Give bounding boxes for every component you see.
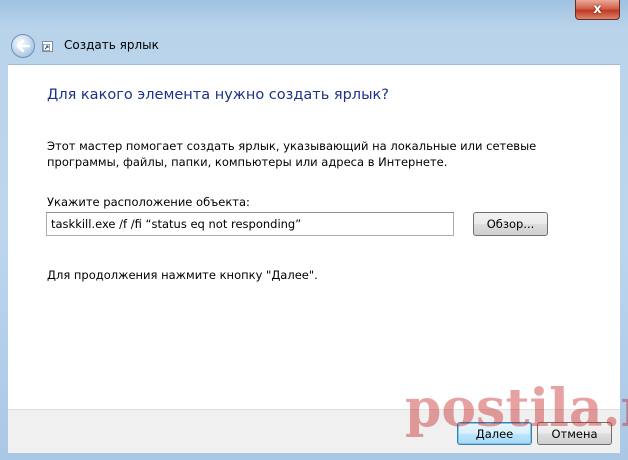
location-label: Укажите расположение объекта:	[47, 195, 250, 209]
wizard-footer: Далее Отмена	[8, 409, 620, 453]
page-heading: Для какого элемента нужно создать ярлык?	[47, 87, 389, 103]
browse-button[interactable]: Обзор...	[473, 212, 548, 236]
close-icon: x	[593, 2, 602, 17]
next-button[interactable]: Далее	[457, 422, 532, 445]
continue-hint: Для продолжения нажмите кнопку "Далее".	[47, 268, 318, 282]
window-frame: x Создать ярлык Для какого элемента нужн…	[0, 0, 628, 460]
shortcut-icon	[42, 41, 53, 52]
page-description: Этот мастер помогает создать ярлык, указ…	[47, 139, 537, 169]
wizard-content: Для какого элемента нужно создать ярлык?…	[8, 64, 620, 409]
close-button[interactable]: x	[575, 0, 620, 20]
back-arrow-icon	[16, 40, 30, 52]
back-button[interactable]	[11, 34, 35, 58]
window-title: Создать ярлык	[64, 38, 159, 52]
cancel-button[interactable]: Отмена	[537, 422, 612, 445]
location-input[interactable]	[46, 212, 454, 236]
